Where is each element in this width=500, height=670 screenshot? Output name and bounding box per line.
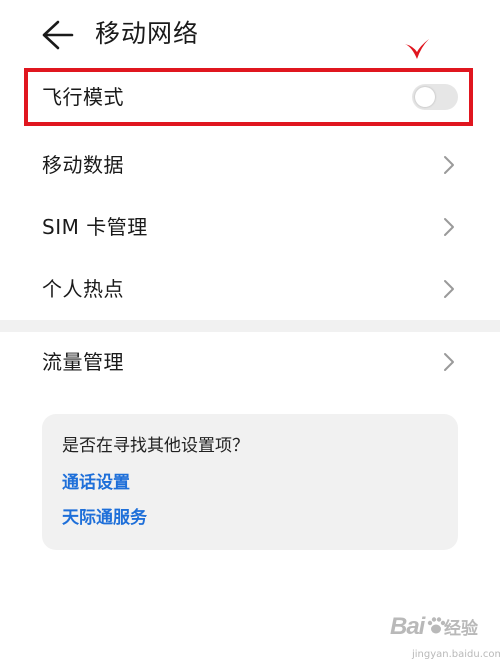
suggestion-title: 是否在寻找其他设置项？ (62, 436, 249, 456)
watermark-brand: 经验 (444, 619, 478, 639)
suggestion-card: 是否在寻找其他设置项？ 通话设置 天际通服务 (42, 414, 458, 550)
chevron-right-icon (442, 351, 456, 373)
watermark-logo: Bai (390, 613, 425, 640)
mobile-data-label: 移动数据 (42, 153, 124, 177)
page-title: 移动网络 (95, 19, 200, 48)
red-check-pointer-icon (405, 39, 429, 59)
highlight-box (24, 68, 473, 126)
arrow-left-icon (42, 20, 74, 50)
call-settings-link[interactable]: 通话设置 (62, 471, 130, 495)
hotspot-label: 个人热点 (42, 277, 124, 301)
sim-card-label: SIM 卡管理 (42, 215, 148, 239)
paw-icon (427, 617, 446, 634)
watermark: Bai 经验 jingyan.baidu.com (390, 612, 500, 668)
watermark-url: jingyan.baidu.com (412, 649, 500, 660)
traffic-management-row[interactable]: 流量管理 (0, 331, 500, 393)
chevron-right-icon (442, 154, 456, 176)
mobile-data-row[interactable]: 移动数据 (0, 134, 500, 196)
traffic-management-label: 流量管理 (42, 350, 124, 374)
skytone-service-link[interactable]: 天际通服务 (62, 506, 147, 530)
sim-card-row[interactable]: SIM 卡管理 (0, 196, 500, 258)
chevron-right-icon (442, 216, 456, 238)
hotspot-row[interactable]: 个人热点 (0, 258, 500, 320)
back-button[interactable] (38, 18, 78, 52)
chevron-right-icon (442, 278, 456, 300)
